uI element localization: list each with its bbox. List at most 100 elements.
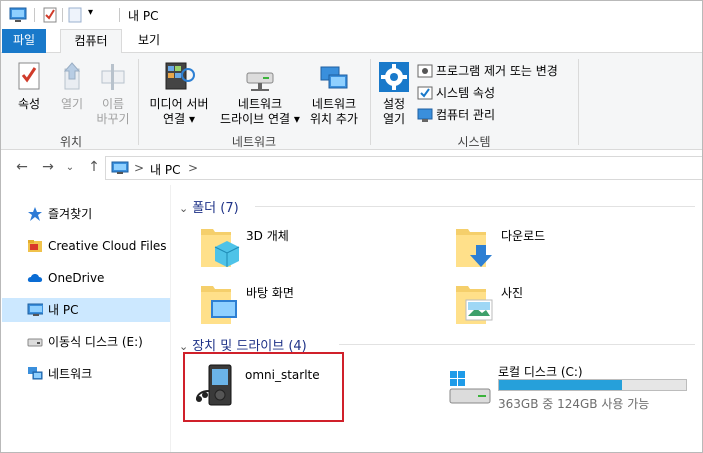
map-network-drive-button[interactable]: 네트워크 드라이브 연결 ▾ bbox=[217, 63, 303, 127]
map-drive-icon bbox=[246, 72, 274, 91]
ribbon: 속성 열기 이름 바꾸기 위치 미디어 서버 연결 ▾ 네트워크 드라이브 연결… bbox=[1, 53, 702, 150]
sidebar-item-label: 이동식 디스크 (E:) bbox=[48, 335, 143, 349]
drive-usage-fill bbox=[499, 380, 623, 390]
add-network-location-button[interactable]: 네트워크 위치 추가 bbox=[304, 63, 364, 127]
back-arrow-icon[interactable]: ← bbox=[13, 159, 31, 175]
drive-name: 로컬 디스크 (C:) bbox=[498, 365, 583, 379]
system-properties-button[interactable]: 시스템 속성 bbox=[417, 83, 495, 103]
section-divider bbox=[255, 206, 695, 207]
folder-name: 다운로드 bbox=[501, 229, 546, 243]
map-drive-label-line1: 네트워크 bbox=[237, 97, 283, 111]
tab-view[interactable]: 보기 bbox=[129, 29, 169, 53]
rename-icon bbox=[101, 64, 125, 90]
downloads-folder-icon bbox=[456, 229, 492, 267]
add-location-label-line2: 위치 추가 bbox=[310, 112, 358, 126]
computer-management-button[interactable]: 컴퓨터 관리 bbox=[417, 105, 495, 125]
add-location-label-line1: 네트워크 bbox=[311, 97, 357, 111]
sidebar-item-label: 내 PC bbox=[48, 303, 79, 317]
customize-quick-access-icon[interactable]: ▾ bbox=[88, 7, 93, 18]
folder-pictures[interactable]: 사진 bbox=[446, 280, 696, 332]
address-pc-icon bbox=[111, 161, 129, 174]
map-drive-label-line2: 드라이브 연결 ▾ bbox=[220, 112, 300, 126]
rename-label-line1: 이름 bbox=[101, 97, 125, 111]
open-button[interactable]: 열기 bbox=[54, 61, 90, 112]
open-settings-button[interactable]: 설정 열기 bbox=[375, 61, 413, 127]
media-server-button[interactable]: 미디어 서버 연결 ▾ bbox=[144, 59, 214, 127]
folder-desktop[interactable]: 바탕 화면 bbox=[191, 280, 441, 332]
sidebar-item-onedrive[interactable]: OneDrive bbox=[1, 266, 171, 290]
network-group-label: 네트워크 bbox=[231, 135, 277, 149]
folder-name: 사진 bbox=[501, 286, 524, 300]
uninstall-program-button[interactable]: 프로그램 제거 또는 변경 bbox=[417, 61, 558, 81]
forward-arrow-icon[interactable]: → bbox=[39, 159, 57, 175]
folder-name: 3D 개체 bbox=[246, 229, 289, 243]
navigation-bar: ← → ⌄ ↑ > 내 PC > bbox=[1, 151, 702, 185]
uninstall-icon bbox=[417, 64, 433, 77]
navigation-pane: 즐겨찾기 Creative Cloud Files OneDrive 내 PC … bbox=[1, 185, 171, 452]
highlight-annotation-box bbox=[183, 352, 344, 422]
title-bar: ▾ 내 PC bbox=[1, 1, 702, 29]
map-drive-label-line2-text: 드라이브 연결 bbox=[220, 112, 291, 126]
folder-3d-objects[interactable]: 3D 개체 bbox=[191, 223, 441, 275]
settings-label-line2: 열기 bbox=[382, 112, 406, 126]
ribbon-tabs: 파일 컴퓨터 보기 bbox=[1, 29, 702, 54]
folders-section-title: 폴더 (7) bbox=[192, 201, 239, 216]
file-explorer-window: ▾ 내 PC 파일 컴퓨터 보기 속성 열기 이름 바꾸기 위치 미디어 서버 … bbox=[0, 0, 703, 453]
collapse-chevron-icon[interactable]: ⌄ bbox=[179, 202, 188, 215]
rename-button[interactable]: 이름 바꾸기 bbox=[93, 61, 133, 127]
folder-name: 바탕 화면 bbox=[246, 286, 294, 300]
this-pc-sidebar-icon bbox=[27, 303, 43, 316]
sidebar-item-removable-disk[interactable]: 이동식 디스크 (E:) bbox=[1, 330, 171, 354]
sidebar-item-network[interactable]: 네트워크 bbox=[1, 362, 171, 386]
properties-label: 속성 bbox=[17, 97, 41, 111]
desktop-folder-icon bbox=[201, 286, 237, 324]
tab-file[interactable]: 파일 bbox=[2, 29, 46, 53]
media-server-label-line2: 연결 ▾ bbox=[163, 112, 195, 126]
media-server-label-line2-text: 연결 bbox=[163, 112, 186, 126]
folders-section-header[interactable]: ⌄ 폴더 (7) bbox=[179, 197, 239, 216]
location-group-label: 위치 bbox=[59, 135, 83, 149]
network-location-icon bbox=[320, 66, 348, 89]
sidebar-item-this-pc[interactable]: 내 PC bbox=[2, 298, 170, 322]
pane-divider[interactable] bbox=[170, 185, 171, 452]
address-path-this-pc[interactable]: 내 PC bbox=[150, 161, 180, 178]
properties-icon bbox=[18, 62, 40, 90]
sidebar-item-label: 네트워크 bbox=[48, 367, 93, 381]
sidebar-item-label: OneDrive bbox=[48, 271, 105, 285]
sidebar-item-quick-access[interactable]: 즐겨찾기 bbox=[1, 202, 171, 226]
network-icon bbox=[28, 367, 43, 380]
open-label: 열기 bbox=[60, 97, 84, 111]
settings-label-line1: 설정 bbox=[382, 97, 406, 111]
system-properties-label: 시스템 속성 bbox=[436, 86, 496, 100]
window-title: 내 PC bbox=[128, 9, 159, 23]
address-separator-1[interactable]: > bbox=[134, 161, 144, 175]
3d-objects-folder-icon bbox=[201, 229, 240, 267]
recent-locations-chevron-icon[interactable]: ⌄ bbox=[61, 162, 79, 173]
address-separator-2[interactable]: > bbox=[188, 161, 198, 175]
system-group-label: 시스템 bbox=[457, 135, 491, 149]
rename-label-line2: 바꾸기 bbox=[96, 112, 130, 126]
sidebar-item-label: 즐겨찾기 bbox=[48, 207, 93, 221]
star-icon bbox=[28, 207, 42, 221]
sidebar-item-label: Creative Cloud Files bbox=[48, 239, 167, 253]
drive-usage-bar bbox=[498, 379, 687, 391]
computer-management-label: 컴퓨터 관리 bbox=[436, 108, 496, 122]
this-pc-icon[interactable] bbox=[9, 7, 27, 23]
system-properties-icon bbox=[417, 86, 433, 99]
folder-downloads[interactable]: 다운로드 bbox=[446, 223, 696, 275]
new-folder-quick-icon[interactable] bbox=[68, 7, 82, 23]
sidebar-item-creative-cloud[interactable]: Creative Cloud Files bbox=[1, 234, 171, 258]
onedrive-cloud-icon bbox=[27, 274, 43, 282]
up-arrow-icon[interactable]: ↑ bbox=[85, 159, 103, 175]
computer-management-icon bbox=[417, 108, 433, 122]
address-bar[interactable]: > 내 PC > bbox=[105, 156, 702, 180]
properties-button[interactable]: 속성 bbox=[9, 61, 49, 112]
open-icon bbox=[63, 62, 81, 90]
creative-cloud-folder-icon bbox=[28, 240, 42, 252]
drive-free-space: 363GB 중 124GB 사용 가능 bbox=[498, 397, 650, 411]
properties-quick-icon[interactable] bbox=[43, 7, 57, 23]
tab-computer[interactable]: 컴퓨터 bbox=[60, 29, 122, 54]
removable-disk-icon bbox=[27, 338, 43, 347]
media-server-label-line1: 미디어 서버 bbox=[149, 97, 209, 111]
pictures-folder-icon bbox=[456, 286, 493, 324]
